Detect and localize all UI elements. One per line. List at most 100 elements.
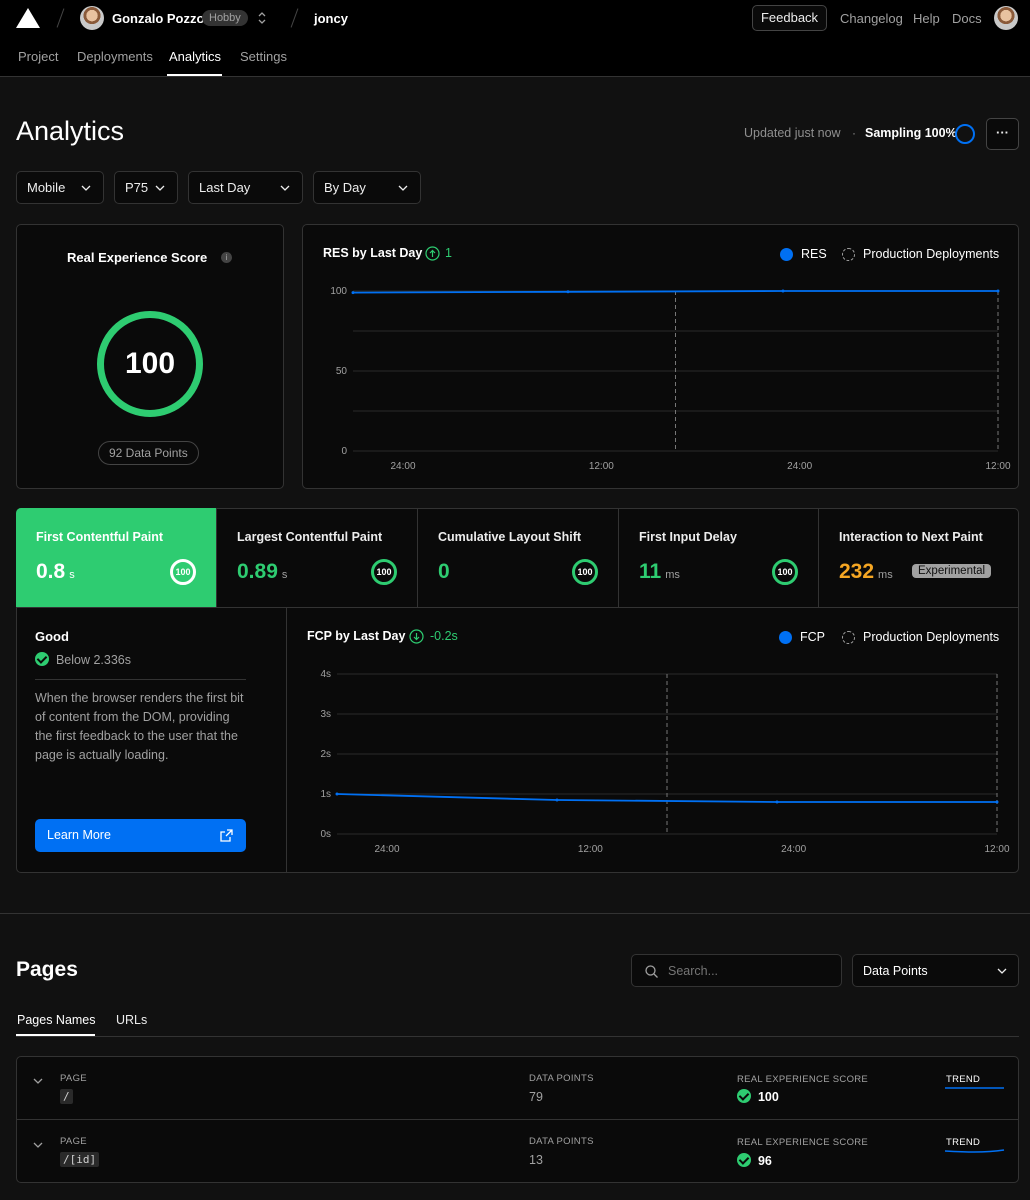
metric-cls[interactable]: Cumulative Layout Shift 0 100 (418, 508, 619, 608)
fcp-line-chart: 0s 1s 2s 3s 4s 24:00 12:00 24:00 12:00 (320, 669, 1010, 855)
info-icon[interactable]: i (221, 252, 232, 263)
col-score-label: REAL EXPERIENCE SCORE (737, 1137, 869, 1148)
metric-fid-score: 100 (772, 559, 798, 585)
data-point (351, 291, 355, 295)
check-icon (737, 1089, 751, 1103)
metric-inp-title: Interaction to Next Paint (839, 530, 983, 544)
tab-analytics[interactable]: Analytics (169, 49, 221, 64)
metric-fcp-unit: s (69, 569, 75, 581)
data-point (996, 289, 1000, 293)
granularity-select[interactable]: By Day (313, 171, 421, 204)
metric-fid[interactable]: First Input Delay 11 ms 100 (619, 508, 819, 608)
feedback-button[interactable]: Feedback (752, 5, 827, 31)
range-select[interactable]: Last Day (188, 171, 303, 204)
x-tick-label: 12:00 (985, 461, 1010, 472)
metric-inp[interactable]: Interaction to Next Paint 232 ms Experime… (819, 508, 1019, 608)
y-tick-label: 3s (320, 709, 331, 720)
tab-deployments[interactable]: Deployments (77, 49, 153, 64)
table-row[interactable]: PAGE / DATA POINTS 79 REAL EXPERIENCE SC… (16, 1056, 1019, 1119)
tab-urls[interactable]: URLs (116, 1013, 147, 1027)
docs-link[interactable]: Docs (952, 11, 982, 26)
metric-fcp-title: First Contentful Paint (36, 530, 164, 544)
metric-cls-title: Cumulative Layout Shift (438, 530, 582, 544)
trend-sparkline (944, 1149, 1005, 1153)
active-tab-indicator (167, 74, 222, 76)
tab-settings[interactable]: Settings (240, 49, 287, 64)
score-value-text: 100 (757, 1090, 779, 1104)
device-select[interactable]: Mobile (16, 171, 104, 204)
user-avatar[interactable] (80, 6, 104, 30)
y-tick-label: 100 (330, 286, 347, 297)
data-points-pill: 92 Data Points (98, 441, 199, 465)
x-tick-label: 24:00 (374, 844, 399, 855)
sampling-ring-icon (955, 124, 975, 144)
tab-page-names[interactable]: Pages Names (17, 1013, 96, 1027)
experimental-badge: Experimental (912, 564, 992, 578)
pages-search[interactable] (631, 954, 842, 987)
metric-lcp-score: 100 (371, 559, 397, 585)
more-options-button[interactable]: ··· (986, 118, 1019, 150)
search-input[interactable] (668, 962, 828, 980)
y-tick-label: 0s (320, 829, 331, 840)
user-name[interactable]: Gonzalo Pozzo (112, 11, 204, 26)
data-point (775, 800, 779, 804)
page-path: /[id] (60, 1152, 100, 1167)
res-line-chart: 0 50 100 24:00 12:00 24:00 12:00 (330, 286, 1011, 472)
y-tick-label: 50 (336, 366, 348, 377)
res-chart-card: RES by Last Day 1 RES Production Deploym… (302, 224, 1019, 489)
x-tick-label: 12:00 (984, 844, 1009, 855)
score-value-text: 96 (757, 1154, 772, 1168)
updated-status: Updated just now (744, 126, 841, 140)
metric-lcp[interactable]: Largest Contentful Paint 0.89 s 100 (217, 508, 418, 608)
plan-badge: Hobby (202, 10, 248, 26)
col-trend-label: TREND (946, 1074, 981, 1085)
metric-fcp-value: 0.8 (36, 560, 66, 583)
y-tick-label: 4s (320, 669, 331, 680)
metric-fid-unit: ms (665, 569, 680, 581)
external-link-icon (220, 829, 233, 842)
sort-select-value: Data Points (863, 964, 928, 978)
section-divider (0, 913, 1030, 914)
chevron-down-icon (280, 185, 290, 191)
x-tick-label: 24:00 (781, 844, 806, 855)
sampling-label[interactable]: Sampling 100% (865, 126, 957, 140)
table-row[interactable]: PAGE /[id] DATA POINTS 13 REAL EXPERIENC… (16, 1120, 1019, 1183)
x-tick-label: 24:00 (390, 461, 415, 472)
y-tick-label: 1s (320, 789, 331, 800)
help-link[interactable]: Help (913, 11, 940, 26)
sort-select[interactable]: Data Points (852, 954, 1019, 987)
x-tick-label: 12:00 (578, 844, 603, 855)
data-point (566, 290, 570, 294)
metric-cls-score: 100 (572, 559, 598, 585)
check-icon (35, 652, 49, 666)
metric-fcp-score: 100 (170, 559, 196, 585)
percentile-select[interactable]: P75 (114, 171, 178, 204)
search-icon (645, 965, 658, 978)
tab-project[interactable]: Project (18, 49, 58, 64)
col-score-label: REAL EXPERIENCE SCORE (737, 1074, 869, 1085)
y-tick-label: 2s (320, 749, 331, 760)
page-title: Analytics (16, 116, 125, 146)
data-point (335, 792, 339, 796)
data-points-value: 13 (529, 1153, 543, 1167)
detail-threshold: Below 2.336s (35, 652, 131, 667)
account-avatar[interactable] (994, 6, 1018, 30)
chevron-down-icon[interactable] (31, 1074, 45, 1088)
learn-more-button[interactable]: Learn More (35, 819, 246, 852)
score-value: 96 (737, 1153, 772, 1168)
score-value: 100 (737, 1089, 779, 1104)
chevron-down-icon (155, 185, 165, 191)
changelog-link[interactable]: Changelog (840, 11, 903, 26)
metric-inp-unit: ms (878, 569, 893, 581)
metric-fcp[interactable]: First Contentful Paint 0.8 s 100 (16, 508, 217, 608)
chevron-down-icon[interactable] (31, 1138, 45, 1152)
separator (290, 8, 299, 28)
switcher-icon[interactable] (256, 10, 268, 26)
vercel-logo-icon[interactable] (16, 8, 40, 28)
separator (56, 8, 65, 28)
metric-cls-value: 0 (438, 560, 450, 583)
detail-description: When the browser renders the first bit o… (35, 691, 244, 762)
project-name[interactable]: joncy (314, 11, 348, 26)
chevron-down-icon (997, 968, 1007, 974)
metric-inp-value: 232 (839, 560, 875, 583)
